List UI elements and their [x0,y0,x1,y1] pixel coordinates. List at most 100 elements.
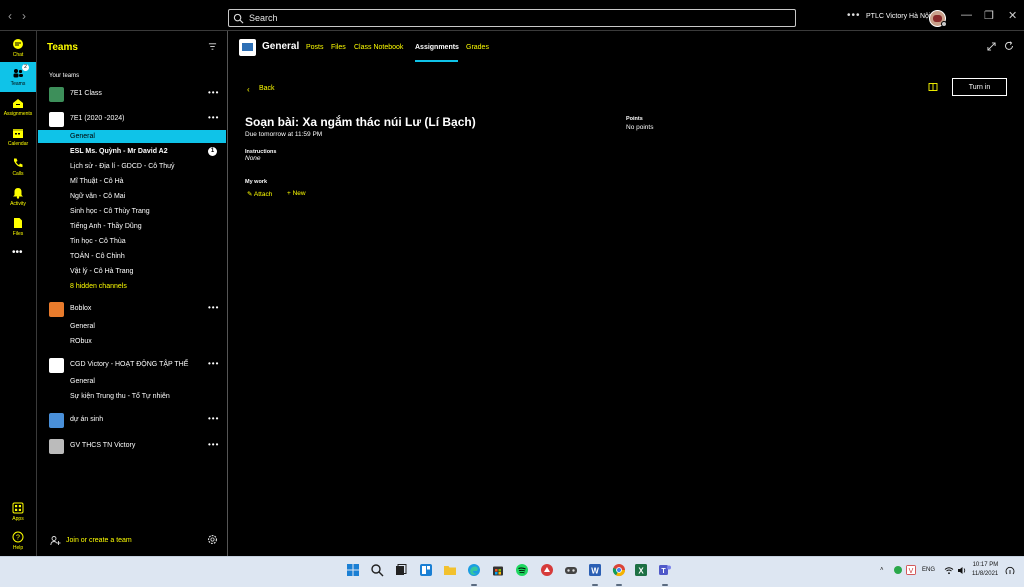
new-button[interactable]: + New [287,190,306,197]
game-bar-icon[interactable] [564,563,578,577]
refresh-icon[interactable] [1004,41,1014,51]
back-arrow-icon[interactable]: ‹ [8,9,12,23]
running-indicator [592,584,598,586]
rail-item-apps[interactable]: Apps [0,497,36,527]
clock-time: 10:17 PM [972,562,999,568]
immersive-reader-icon[interactable] [928,82,938,92]
tab-assignments[interactable]: Assignments [415,44,459,51]
tray-antivirus-icon[interactable]: V [906,565,916,575]
team-du-an-sinh[interactable]: dự án sinh ••• [37,412,227,428]
channel-item[interactable]: General [70,323,95,330]
attach-button[interactable]: ✎ Attach [247,190,272,198]
team-name: dự án sinh [70,416,104,423]
channel-item[interactable]: TOÁN - Cô Chỉnh [70,253,125,260]
app-red-icon[interactable] [540,563,554,577]
team-boblox[interactable]: Boblox ••• [37,301,227,317]
tab-grades[interactable]: Grades [466,44,489,51]
channel-general-selected[interactable]: General [38,130,226,143]
channel-item[interactable]: Lịch sử - Địa lí - GDCD - Cô Thuỷ [70,163,175,170]
rail-item-chat[interactable]: Chat [0,33,36,63]
edge-icon[interactable] [467,563,481,577]
team-more-icon[interactable]: ••• [208,303,219,312]
team-cgd-victory[interactable]: CGD Victory - HOẠT ĐỘNG TẬP THỂ ••• [37,357,227,373]
rail-label: Activity [10,201,26,207]
excel-icon[interactable]: X [634,563,648,577]
team-7e1-class[interactable]: 7E1 Class ••• [37,86,227,102]
word-icon[interactable]: W [588,563,602,577]
tray-overflow-icon[interactable]: ˄ [880,567,884,573]
channel-item[interactable]: Tin học - Cô Thùa [70,238,126,245]
gear-icon[interactable] [207,534,218,545]
restore-button[interactable]: ❐ [984,9,994,22]
channel-item[interactable]: General [70,378,95,385]
rail-label: Apps [12,516,24,522]
team-gv-thcs[interactable]: GV THCS TN Victory ••• [37,438,227,454]
more-options-icon[interactable]: ••• [847,10,861,21]
team-more-icon[interactable]: ••• [208,88,219,97]
wifi-icon[interactable] [944,566,954,575]
channel-item[interactable]: Ngữ văn - Cô Mai [70,193,125,200]
team-name: GV THCS TN Victory [70,442,136,449]
back-chevron-icon[interactable]: ‹ [247,85,250,94]
team-name: 7E1 Class [70,90,102,97]
minimize-button[interactable]: — [961,9,972,21]
language-indicator[interactable]: ENG [922,567,935,573]
channel-item[interactable]: Mĩ Thuật - Cô Hà [70,178,124,185]
system-clock[interactable]: 10:17 PM 11/8/2021 [972,561,998,579]
team-name: Boblox [70,305,92,312]
rail-item-files[interactable]: Files [0,212,36,242]
channel-item[interactable]: Sinh học - Cô Thùy Trang [70,208,150,215]
rail-item-help[interactable]: ? Help [0,526,36,556]
team-logo [49,358,64,373]
rail-label: Teams [10,81,26,87]
team-more-icon[interactable]: ••• [208,440,219,449]
tab-class-notebook[interactable]: Class Notebook [354,44,403,51]
rail-item-activity[interactable]: Activity [0,182,36,212]
spotify-icon[interactable] [515,563,529,577]
tray-app-icon[interactable] [893,565,903,575]
rail-item-calendar[interactable]: Calendar [0,122,36,152]
widgets-icon[interactable] [419,563,433,577]
chrome-icon[interactable] [612,563,626,577]
org-name[interactable]: PTLC Victory Hà Nội [866,13,930,20]
turn-in-button[interactable]: Turn in [952,78,1007,96]
title-bar: ‹ › Search ••• PTLC Victory Hà Nội — ❐ ✕ [0,0,1024,31]
bell-icon [13,188,23,199]
search-icon[interactable] [370,563,384,577]
more-apps-icon[interactable]: ••• [12,247,23,258]
channel-item[interactable]: Sự kiện Trung thu - Tổ Tự nhiên [70,393,170,400]
task-view-icon[interactable] [394,563,408,577]
plus-icon: + [287,190,291,197]
rail-item-calls[interactable]: Calls [0,152,36,182]
teams-app-icon[interactable]: T [658,563,672,577]
rail-item-assignments[interactable]: Assignments [0,92,36,122]
rail-label: Chat [12,52,24,58]
channel-item[interactable]: RObux [70,338,92,345]
clock-date: 11/8/2021 [972,571,999,577]
hidden-channels-link[interactable]: 8 hidden channels [70,283,127,290]
forward-arrow-icon[interactable]: › [22,9,26,23]
channel-item[interactable]: ESL Ms. Quỳnh - Mr David A2 [70,148,168,155]
store-icon[interactable] [491,563,505,577]
channel-item[interactable]: Tiếng Anh - Thầy Dũng [70,223,142,230]
team-more-icon[interactable]: ••• [208,414,219,423]
rail-item-teams[interactable]: Teams 2 [0,62,36,92]
notifications-icon[interactable] [1005,565,1015,575]
filter-icon[interactable] [208,42,217,51]
volume-icon[interactable] [957,566,967,575]
file-explorer-icon[interactable] [443,563,457,577]
team-more-icon[interactable]: ••• [208,359,219,368]
team-7e1-2020-2024[interactable]: 7E1 (2020 -2024) ••• [37,111,227,127]
main-content: General Posts Files Class Notebook Assig… [229,31,1024,556]
search-input[interactable]: Search [228,9,796,27]
channel-item[interactable]: Vật lý - Cô Hà Trang [70,268,133,275]
close-button[interactable]: ✕ [1008,9,1017,22]
back-button[interactable]: Back [259,85,275,92]
team-more-icon[interactable]: ••• [208,113,219,122]
assignment-due: Due tomorrow at 11:59 PM [245,131,323,138]
rail-label: Calendar [7,141,29,147]
expand-icon[interactable] [987,42,996,51]
tab-files[interactable]: Files [331,44,346,51]
tab-posts[interactable]: Posts [306,44,324,51]
windows-start-icon[interactable] [346,563,360,577]
